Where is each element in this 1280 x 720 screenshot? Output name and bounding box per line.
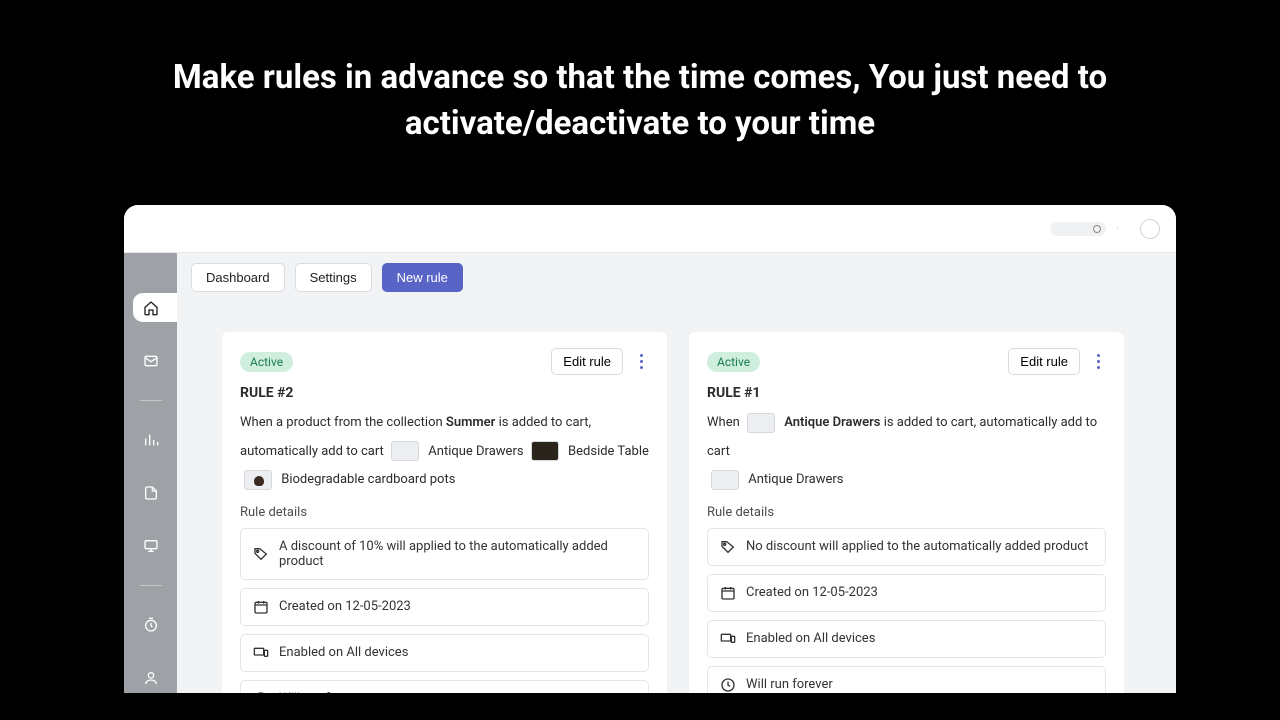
rule-description: When a product from the collection Summe… [240, 409, 649, 495]
chart-icon [143, 432, 159, 448]
topbar-helper [1128, 225, 1130, 233]
detail-devices: Enabled on All devices [240, 634, 649, 672]
tab-settings[interactable]: Settings [295, 263, 372, 292]
sidebar-separator-2 [140, 585, 162, 586]
rule-card: Active Edit rule RULE #1 When Antique Dr… [689, 332, 1124, 693]
app-window: · [124, 205, 1176, 693]
sidebar-item-display[interactable] [133, 532, 169, 561]
product-thumb [711, 470, 739, 490]
tabs: Dashboard Settings New rule [177, 253, 1176, 302]
hero-line1: Make rules in advance so that the time c… [173, 58, 1107, 97]
devices-icon [720, 631, 736, 647]
topbar-dot: · [1116, 225, 1118, 233]
clock-icon [720, 677, 736, 693]
sidebar-separator [140, 400, 162, 401]
top-bar: · [124, 205, 1176, 253]
product-name: Bedside Table [568, 444, 649, 459]
hero: Make rules in advance so that the time c… [0, 0, 1280, 177]
rule-title: RULE #2 [240, 385, 649, 401]
rule-title: RULE #1 [707, 385, 1106, 401]
main-panel: Dashboard Settings New rule Active Edit … [177, 253, 1176, 693]
collection-name: Summer [446, 415, 495, 430]
timer-icon [143, 617, 159, 633]
tag-icon [720, 539, 736, 555]
monitor-icon [143, 538, 159, 554]
sidebar-item-home[interactable] [133, 293, 177, 322]
sidebar-item-timer[interactable] [133, 610, 169, 639]
product-thumb [244, 470, 272, 490]
clock-icon [253, 691, 269, 693]
file-icon [143, 485, 159, 501]
detail-runs: Will run forever [240, 680, 649, 693]
sidebar-item-files[interactable] [133, 478, 169, 507]
rule-card: Active Edit rule RULE #2 When a product … [222, 332, 667, 693]
hero-line2: activate/deactivate to your time [405, 104, 875, 143]
product-name: Antique Drawers [748, 472, 843, 487]
tag-icon [253, 546, 269, 562]
rule-details-label: Rule details [240, 505, 649, 520]
mail-icon [143, 353, 159, 369]
status-badge: Active [240, 352, 293, 372]
devices-icon [253, 645, 269, 661]
rule-details-label: Rule details [707, 505, 1106, 520]
calendar-icon [253, 599, 269, 615]
detail-created: Created on 12-05-2023 [240, 588, 649, 626]
search-input[interactable] [1050, 222, 1106, 236]
avatar[interactable] [1140, 219, 1160, 239]
calendar-icon [720, 585, 736, 601]
edit-rule-button[interactable]: Edit rule [551, 348, 623, 375]
sidebar-item-inbox[interactable] [133, 346, 169, 375]
rule-description: When Antique Drawers is added to cart, a… [707, 409, 1106, 495]
detail-discount: A discount of 10% will applied to the au… [240, 528, 649, 580]
product-thumb [531, 441, 559, 461]
rule-cards: Active Edit rule RULE #2 When a product … [177, 302, 1176, 693]
detail-devices: Enabled on All devices [707, 620, 1106, 658]
product-thumb [391, 441, 419, 461]
more-menu-button[interactable] [633, 350, 649, 374]
home-icon [143, 300, 159, 316]
detail-runs: Will run forever [707, 666, 1106, 693]
sidebar [124, 253, 177, 693]
product-name: Antique Drawers [428, 444, 523, 459]
edit-rule-button[interactable]: Edit rule [1008, 348, 1080, 375]
product-name: Biodegradable cardboard pots [281, 472, 455, 487]
detail-discount: No discount will applied to the automati… [707, 528, 1106, 566]
more-menu-button[interactable] [1090, 350, 1106, 374]
sidebar-item-profile[interactable] [133, 664, 169, 693]
tab-new-rule[interactable]: New rule [382, 263, 463, 292]
tab-dashboard[interactable]: Dashboard [191, 263, 285, 292]
hero-heading: Make rules in advance so that the time c… [120, 55, 1160, 147]
status-badge: Active [707, 352, 760, 372]
detail-created: Created on 12-05-2023 [707, 574, 1106, 612]
product-thumb [747, 413, 775, 433]
user-icon [143, 670, 159, 686]
trigger-product: Antique Drawers [784, 415, 880, 430]
sidebar-item-analytics[interactable] [133, 425, 169, 454]
